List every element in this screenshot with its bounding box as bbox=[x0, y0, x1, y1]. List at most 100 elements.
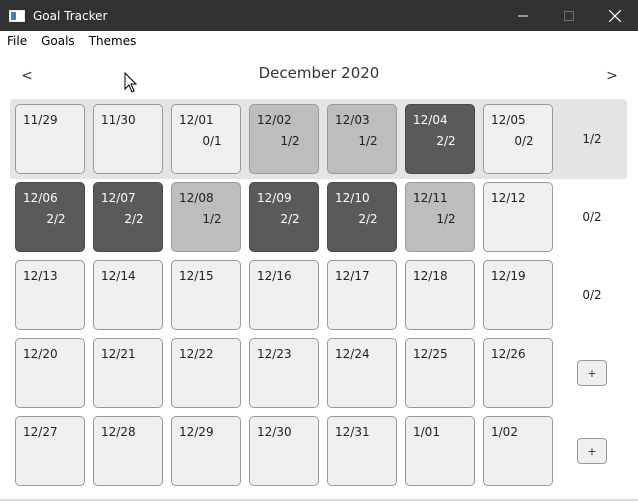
day-date: 12/06 bbox=[23, 191, 58, 205]
window-title: Goal Tracker bbox=[33, 8, 108, 23]
day-cell[interactable]: 1/02 bbox=[483, 416, 553, 486]
day-date: 12/07 bbox=[101, 191, 136, 205]
day-date: 12/29 bbox=[179, 425, 214, 439]
week-goal-score: 0/2 bbox=[582, 210, 602, 224]
day-date: 12/25 bbox=[413, 347, 448, 361]
day-cell[interactable]: 12/16 bbox=[249, 260, 319, 330]
add-week-goal-button[interactable]: + bbox=[577, 438, 607, 464]
previous-month-button[interactable]: < bbox=[18, 66, 36, 86]
day-cell[interactable]: 12/14 bbox=[93, 260, 163, 330]
day-date: 12/21 bbox=[101, 347, 136, 361]
day-cell[interactable]: 12/19 bbox=[483, 260, 553, 330]
day-date: 12/12 bbox=[491, 191, 526, 205]
day-date: 12/23 bbox=[257, 347, 292, 361]
maximize-button[interactable] bbox=[546, 0, 592, 31]
day-cell[interactable]: 12/01 0/1 bbox=[171, 104, 241, 174]
day-cell[interactable]: 12/03 1/2 bbox=[327, 104, 397, 174]
day-cell[interactable]: 12/02 1/2 bbox=[249, 104, 319, 174]
menu-themes[interactable]: Themes bbox=[82, 34, 144, 48]
day-date: 12/11 bbox=[413, 191, 448, 205]
day-cell[interactable]: 12/22 bbox=[171, 338, 241, 408]
day-cell[interactable]: 12/21 bbox=[93, 338, 163, 408]
day-date: 12/04 bbox=[413, 113, 448, 127]
title-bar: Goal Tracker bbox=[0, 0, 638, 31]
day-cell[interactable]: 12/17 bbox=[327, 260, 397, 330]
day-goal-score: 1/2 bbox=[436, 212, 456, 226]
day-date: 12/09 bbox=[257, 191, 292, 205]
day-date: 12/22 bbox=[179, 347, 214, 361]
day-date: 12/14 bbox=[101, 269, 136, 283]
day-cell[interactable]: 12/20 bbox=[15, 338, 85, 408]
add-week-goal-button[interactable]: + bbox=[577, 360, 607, 386]
window-controls bbox=[500, 0, 638, 31]
day-cell[interactable]: 12/18 bbox=[405, 260, 475, 330]
day-date: 12/27 bbox=[23, 425, 58, 439]
day-cell[interactable]: 12/08 1/2 bbox=[171, 182, 241, 252]
day-date: 11/29 bbox=[23, 113, 58, 127]
day-cell[interactable]: 11/29 bbox=[15, 104, 85, 174]
day-cell[interactable]: 12/09 2/2 bbox=[249, 182, 319, 252]
day-cell[interactable]: 12/12 bbox=[483, 182, 553, 252]
day-goal-score: 2/2 bbox=[280, 212, 300, 226]
day-date: 12/26 bbox=[491, 347, 526, 361]
day-cell[interactable]: 12/06 2/2 bbox=[15, 182, 85, 252]
app-icon bbox=[9, 9, 25, 22]
day-cell[interactable]: 12/13 bbox=[15, 260, 85, 330]
menu-goals[interactable]: Goals bbox=[34, 34, 82, 48]
day-goal-score: 0/1 bbox=[202, 134, 222, 148]
day-cell[interactable]: 11/30 bbox=[93, 104, 163, 174]
minimize-icon bbox=[518, 15, 528, 16]
menu-bar: File Goals Themes bbox=[0, 31, 638, 51]
day-cell[interactable]: 12/10 2/2 bbox=[327, 182, 397, 252]
day-date: 12/16 bbox=[257, 269, 292, 283]
month-title: December 2020 bbox=[258, 64, 380, 82]
day-cell[interactable]: 12/29 bbox=[171, 416, 241, 486]
day-goal-score: 2/2 bbox=[46, 212, 66, 226]
close-button[interactable] bbox=[592, 0, 638, 31]
day-date: 12/18 bbox=[413, 269, 448, 283]
day-cell[interactable]: 12/04 2/2 bbox=[405, 104, 475, 174]
day-cell[interactable]: 12/11 1/2 bbox=[405, 182, 475, 252]
day-date: 1/02 bbox=[491, 425, 518, 439]
next-month-button[interactable]: > bbox=[603, 66, 621, 86]
day-goal-score: 0/2 bbox=[514, 134, 534, 148]
day-cell[interactable]: 12/28 bbox=[93, 416, 163, 486]
day-cell[interactable]: 12/25 bbox=[405, 338, 475, 408]
day-date: 12/20 bbox=[23, 347, 58, 361]
day-date: 12/28 bbox=[101, 425, 136, 439]
day-cell[interactable]: 12/23 bbox=[249, 338, 319, 408]
day-date: 12/19 bbox=[491, 269, 526, 283]
day-cell[interactable]: 12/05 0/2 bbox=[483, 104, 553, 174]
day-date: 11/30 bbox=[101, 113, 136, 127]
day-cell[interactable]: 1/01 bbox=[405, 416, 475, 486]
day-cell[interactable]: 12/31 bbox=[327, 416, 397, 486]
day-cell[interactable]: 12/26 bbox=[483, 338, 553, 408]
day-date: 12/08 bbox=[179, 191, 214, 205]
day-date: 12/10 bbox=[335, 191, 370, 205]
day-date: 12/17 bbox=[335, 269, 370, 283]
day-cell[interactable]: 12/15 bbox=[171, 260, 241, 330]
maximize-icon bbox=[564, 10, 574, 21]
day-cell[interactable]: 12/27 bbox=[15, 416, 85, 486]
close-icon bbox=[609, 9, 621, 22]
day-date: 12/05 bbox=[491, 113, 526, 127]
day-goal-score: 2/2 bbox=[358, 212, 378, 226]
day-date: 12/24 bbox=[335, 347, 370, 361]
day-date: 12/03 bbox=[335, 113, 370, 127]
mouse-pointer-icon bbox=[124, 72, 138, 93]
day-cell[interactable]: 12/30 bbox=[249, 416, 319, 486]
menu-file[interactable]: File bbox=[0, 34, 34, 48]
day-goal-score: 1/2 bbox=[280, 134, 300, 148]
day-date: 1/01 bbox=[413, 425, 440, 439]
day-cell[interactable]: 12/24 bbox=[327, 338, 397, 408]
minimize-button[interactable] bbox=[500, 0, 546, 31]
day-goal-score: 1/2 bbox=[358, 134, 378, 148]
day-cell[interactable]: 12/07 2/2 bbox=[93, 182, 163, 252]
week-goal-score: 0/2 bbox=[582, 288, 602, 302]
day-date: 12/31 bbox=[335, 425, 370, 439]
week-goal-score: 1/2 bbox=[582, 132, 602, 146]
day-goal-score: 1/2 bbox=[202, 212, 222, 226]
day-date: 12/15 bbox=[179, 269, 214, 283]
day-date: 12/13 bbox=[23, 269, 58, 283]
day-date: 12/01 bbox=[179, 113, 214, 127]
